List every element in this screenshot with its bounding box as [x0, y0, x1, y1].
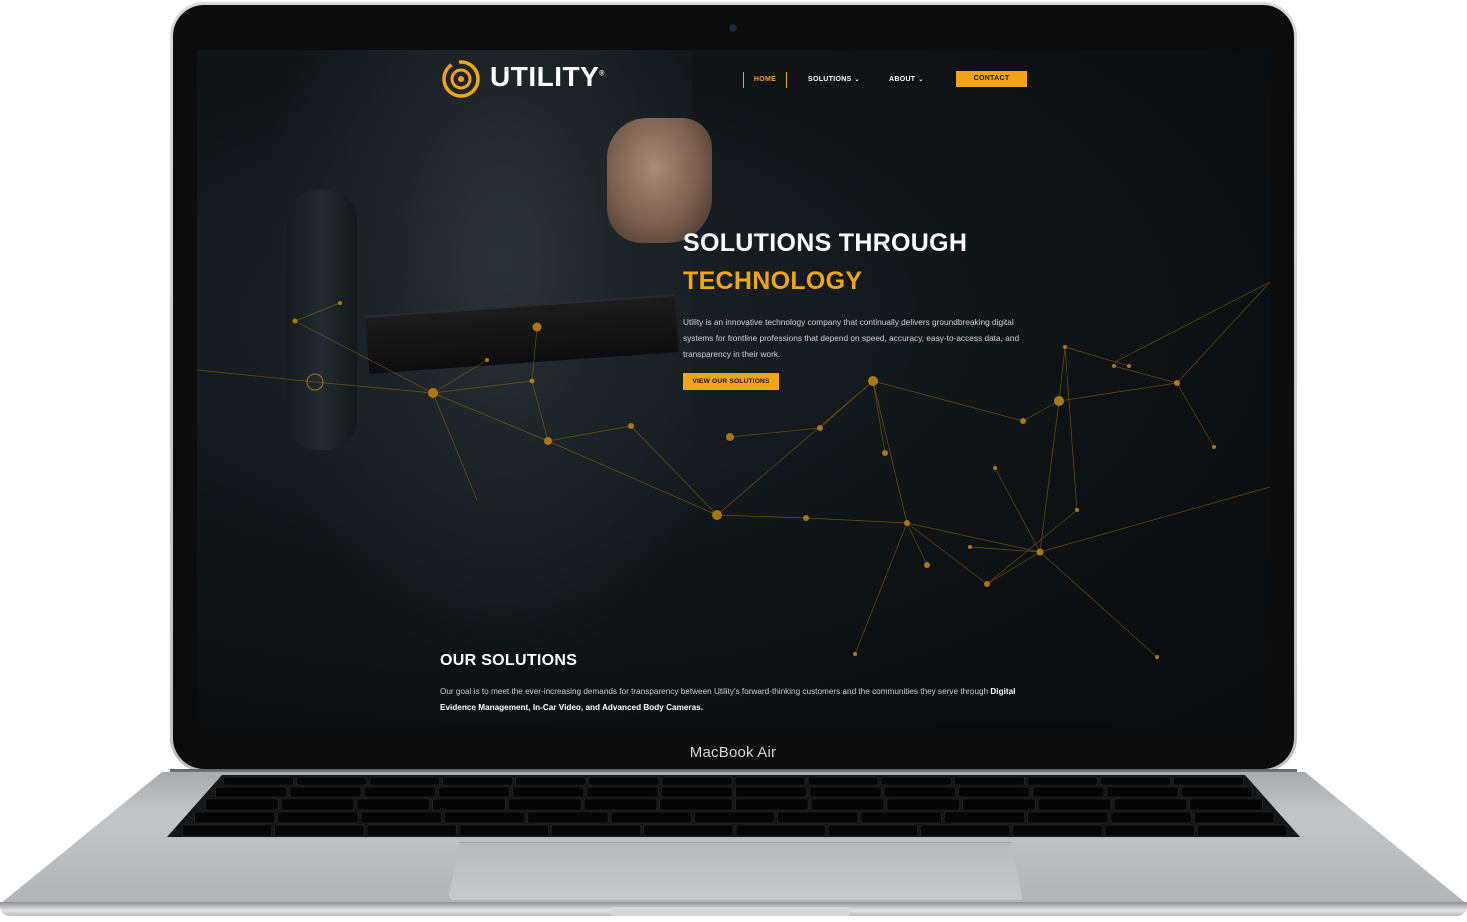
keyboard-key [1100, 776, 1171, 786]
keyboard-key [223, 776, 294, 786]
keyboard-key [953, 776, 1025, 786]
keyboard-key [810, 798, 885, 811]
keyboard-key [551, 824, 642, 837]
chevron-down-icon: ⌄ [918, 77, 924, 83]
keyboard-key [1110, 811, 1192, 824]
keyboard-key [1193, 811, 1275, 824]
laptop-notch [610, 907, 850, 916]
utility-logo-icon[interactable] [441, 59, 481, 99]
keyboard-key [1027, 811, 1109, 824]
keyboard-key [508, 798, 582, 811]
keyboard-key [610, 811, 692, 824]
keyboard-key [659, 798, 733, 811]
laptop-trackpad [448, 842, 1023, 900]
hero-title-line1: SOLUTIONS THROUGH [683, 229, 968, 257]
keyboard-key [827, 824, 918, 837]
keyboard-key [356, 798, 430, 811]
brand-logo-text[interactable]: UTILITY® [490, 61, 605, 93]
keyboard-key [182, 824, 273, 837]
keyboard-key [512, 786, 585, 798]
keyboard-key [205, 798, 279, 811]
keyboard-key [1104, 824, 1195, 837]
solutions-paragraph: Our goal is to meet the ever-increasing … [440, 684, 1030, 716]
keyboard-key [442, 776, 514, 786]
nav-item-about[interactable]: ABOUT ⌄ [889, 72, 924, 88]
chevron-down-icon: ⌄ [854, 77, 860, 83]
brand-name: UTILITY [490, 61, 600, 92]
keyboard-key [958, 786, 1030, 798]
solutions-paragraph-text: Our goal is to meet the ever-increasing … [440, 687, 991, 696]
keyboard-key [1196, 824, 1287, 837]
keyboard-key [1180, 786, 1253, 798]
nav-about-label: ABOUT [889, 76, 916, 83]
camera-icon [730, 25, 736, 31]
keyboard-key [1113, 798, 1188, 811]
keyboard-key [296, 776, 367, 786]
keyboard-key [527, 811, 609, 824]
keyboard-key [694, 811, 775, 824]
keyboard-key [289, 786, 362, 798]
keyboard-key [880, 776, 952, 786]
keyboard-key [1173, 776, 1244, 786]
keyboard-key [215, 786, 288, 798]
keyboard-key [735, 786, 808, 798]
keyboard-key [1038, 798, 1112, 811]
keyboard-key [194, 811, 276, 824]
keyboard-key [360, 811, 442, 824]
keyboard-key [274, 824, 365, 837]
nav-home-label: HOME [753, 76, 777, 83]
keyboard-key [883, 786, 956, 798]
keyboard-key [458, 824, 549, 837]
brand-trademark: ® [599, 70, 605, 78]
view-solutions-button[interactable]: VIEW OUR SOLUTIONS [683, 373, 779, 390]
keyboard-key [432, 798, 506, 811]
nav-item-home[interactable]: HOME [743, 72, 787, 88]
keyboard-key [1032, 786, 1105, 798]
keyboard-key [777, 811, 859, 824]
keyboard-key [860, 811, 942, 824]
keyboard-key [886, 798, 960, 811]
keyboard-key [643, 824, 734, 837]
keyboard-key [1026, 776, 1098, 786]
website-screen: UTILITY® HOME SOLUTIONS ⌄ ABOUT ⌄ CONTACT … [197, 50, 1270, 725]
solutions-title: OUR SOLUTIONS [440, 652, 578, 669]
keyboard-key [366, 824, 457, 837]
keyboard-key [438, 786, 510, 798]
nav-solutions-label: SOLUTIONS [808, 76, 852, 83]
keyboard-key [363, 786, 436, 798]
hero-title-line2: TECHNOLOGY [683, 267, 863, 295]
keyboard-key [809, 786, 882, 798]
keyboard-key [369, 776, 441, 786]
keyboard-key [280, 798, 355, 811]
keyboard-key [586, 786, 659, 798]
hero-paragraph: Utility is an innovative technology comp… [683, 317, 1020, 359]
keyboard-key [1012, 824, 1103, 837]
keyboard-key [735, 824, 826, 837]
keyboard-key [943, 811, 1025, 824]
keyboard-key [735, 798, 809, 811]
keyboard-key [661, 776, 733, 786]
device-label: MacBook Air [689, 744, 777, 761]
keyboard-key [277, 811, 359, 824]
contact-button[interactable]: CONTACT [956, 71, 1027, 87]
keyboard-key [807, 776, 879, 786]
keyboard-key [444, 811, 526, 824]
keyboard-key [515, 776, 587, 786]
keyboard-key [660, 786, 733, 798]
nav-item-solutions[interactable]: SOLUTIONS ⌄ [808, 72, 860, 88]
keyboard-key [920, 824, 1011, 837]
keyboard-key [1106, 786, 1179, 798]
keyboard-key [588, 776, 660, 786]
keyboard-key [962, 798, 1036, 811]
keyboard-keys [182, 776, 1287, 837]
keyboard-key [583, 798, 658, 811]
keyboard-key [734, 776, 806, 786]
keyboard-key [1189, 798, 1263, 811]
